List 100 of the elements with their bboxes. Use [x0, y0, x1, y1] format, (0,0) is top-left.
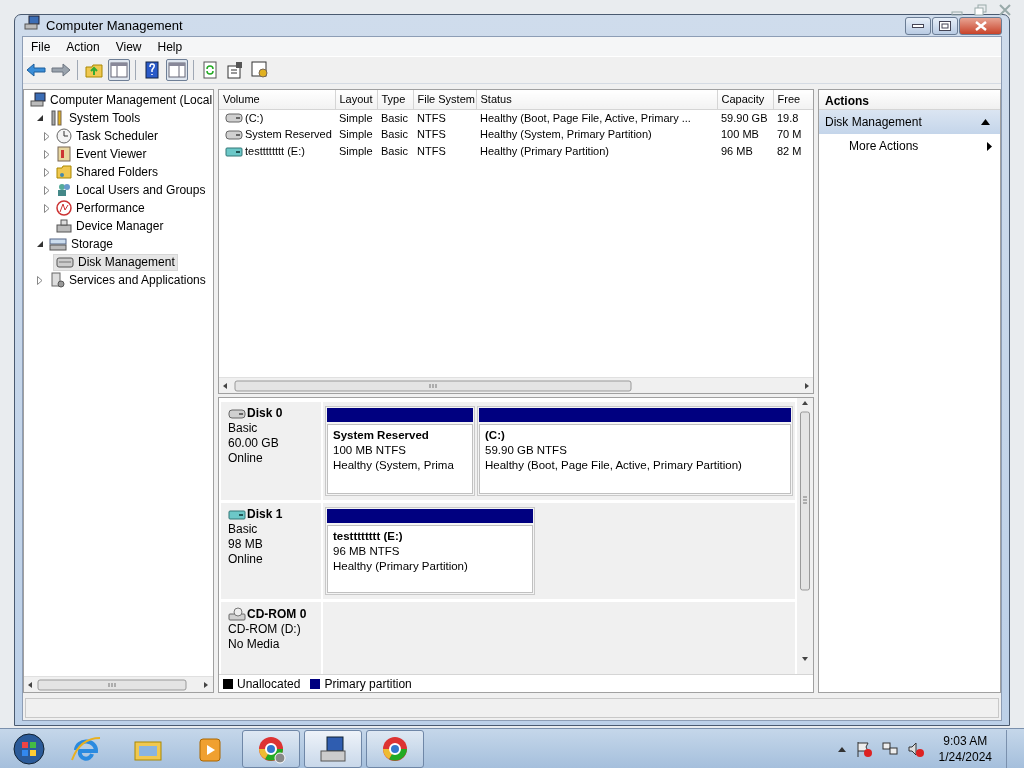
- tools-icon: [49, 110, 65, 126]
- maximize-button[interactable]: [932, 16, 958, 35]
- column-header[interactable]: Free: [773, 90, 813, 109]
- settings-button[interactable]: [249, 59, 271, 81]
- menu-item[interactable]: Action: [58, 37, 108, 56]
- partition-size: 96 MB NTFS: [333, 544, 401, 559]
- table-cell-text: Simple: [338, 127, 374, 143]
- column-header[interactable]: File System: [413, 90, 476, 109]
- column-header[interactable]: Volume: [219, 90, 335, 109]
- menu-item[interactable]: View: [107, 37, 150, 56]
- table-cell: 59.90 GB: [717, 109, 773, 126]
- table-cell-text: Basic: [380, 127, 409, 143]
- forward-icon: [51, 60, 71, 80]
- partition-name: testttttttt (E:): [333, 529, 404, 544]
- table-cell-text: 100 MB: [720, 127, 760, 143]
- tree-item[interactable]: Device Manager: [53, 217, 167, 235]
- action-pane-button[interactable]: [166, 59, 188, 81]
- computer-icon: [24, 15, 40, 31]
- partition-size: 100 MB NTFS: [333, 443, 407, 458]
- table-cell-text: 70 M: [776, 127, 803, 143]
- disk-type: Basic: [228, 421, 259, 436]
- column-header[interactable]: Layout: [335, 90, 377, 109]
- taskbar-button[interactable]: [304, 729, 362, 768]
- partition-status: Healthy (Primary Partition): [333, 559, 469, 574]
- window-title: Computer Management: [46, 16, 183, 35]
- drive-icon: [228, 407, 246, 420]
- tree-item[interactable]: Shared Folders: [53, 163, 162, 181]
- services-icon: [49, 272, 65, 288]
- minimize-button[interactable]: [905, 16, 931, 35]
- disk-drive-icon: [56, 254, 74, 270]
- refresh-icon: [200, 60, 220, 80]
- table-cell-text: NTFS: [416, 144, 447, 160]
- table-cell: Basic: [377, 109, 413, 126]
- partition[interactable]: System Reserved 100 MB NTFS Healthy (System, Prima: [325, 406, 475, 496]
- table-cell-text: Basic: [380, 144, 409, 160]
- settings-icon: [250, 60, 270, 80]
- tree-item[interactable]: Performance: [53, 199, 148, 217]
- submenu-arrow-icon: [987, 141, 992, 151]
- drive-icon: [225, 145, 243, 158]
- minimize-icon: [912, 22, 924, 29]
- disk-type: Basic: [228, 522, 259, 537]
- action-pane-icon: [167, 60, 187, 80]
- flag-icon[interactable]: [854, 739, 873, 758]
- disk-type: CD-ROM (D:): [228, 622, 302, 637]
- cd-drive-icon: [228, 606, 246, 622]
- column-header[interactable]: Status: [476, 90, 717, 109]
- table-cell-text: Healthy (System, Primary Partition): [479, 127, 653, 143]
- table-cell: (C:): [223, 109, 331, 126]
- windows-logo-icon: [13, 732, 45, 765]
- disk-name: Disk 1: [247, 507, 283, 522]
- menu-item[interactable]: Help: [149, 37, 191, 56]
- partition[interactable]: (C:) 59.90 GB NTFS Healthy (Boot, Page File, Active, Primary Partition): [477, 406, 793, 496]
- tree-item[interactable]: System Tools: [46, 109, 144, 127]
- partition-status: Healthy (Boot, Page File, Active, Primary Partition): [485, 458, 743, 473]
- actions-section[interactable]: Disk Management: [819, 110, 1000, 134]
- tree-item[interactable]: Task Scheduler: [53, 127, 162, 145]
- clock-time[interactable]: 9:03 AM: [938, 732, 992, 749]
- action-item[interactable]: More Actions: [819, 134, 1000, 158]
- vertical-scrollbar[interactable]: [797, 398, 813, 674]
- collapse-icon: [981, 119, 990, 125]
- horizontal-scrollbar[interactable]: [24, 676, 213, 692]
- back-icon: [26, 60, 46, 80]
- computer-icon: [30, 92, 46, 108]
- taskbar-button[interactable]: [242, 729, 300, 768]
- tree-pane-button[interactable]: [108, 59, 130, 81]
- tree-item[interactable]: Computer Management (Local: [27, 91, 213, 109]
- partition-status: Healthy (System, Prima: [333, 458, 455, 473]
- folder-icon: [56, 164, 72, 180]
- table-cell: System Reserved: [223, 126, 331, 143]
- tree-item[interactable]: Disk Management: [53, 253, 178, 271]
- maximize-icon: [939, 20, 951, 31]
- partition-name: System Reserved: [333, 428, 430, 443]
- disk-size: 98 MB: [228, 537, 264, 552]
- tree-item[interactable]: Local Users and Groups: [53, 181, 209, 199]
- table-cell: testttttttt (E:): [223, 143, 331, 160]
- taskbar-button[interactable]: [366, 729, 424, 768]
- table-cell-text: Simple: [338, 144, 374, 160]
- clock-date[interactable]: 1/24/2024: [938, 748, 992, 765]
- horizontal-scrollbar[interactable]: [219, 377, 813, 393]
- column-header[interactable]: Type: [377, 90, 413, 109]
- column-header[interactable]: Capacity: [717, 90, 773, 109]
- tree-item[interactable]: Storage: [46, 235, 117, 253]
- disk-status: No Media: [228, 637, 281, 652]
- tree-item[interactable]: Event Viewer: [53, 145, 150, 163]
- disk-name: Disk 0: [247, 406, 283, 421]
- table-cell: NTFS: [413, 109, 476, 126]
- menu-item[interactable]: File: [23, 37, 59, 56]
- close-icon: [974, 20, 987, 31]
- help-icon: [142, 60, 162, 80]
- network-icon[interactable]: [880, 739, 899, 758]
- legend-label: Primary partition: [324, 675, 412, 693]
- table-cell-text: NTFS: [416, 127, 447, 143]
- partition-size: 59.90 GB NTFS: [485, 443, 568, 458]
- table-cell-text: 96 MB: [720, 144, 754, 160]
- close-button[interactable]: [959, 16, 1002, 35]
- disk-status: Online: [228, 552, 264, 567]
- disk-status: Online: [228, 451, 264, 466]
- partition[interactable]: testttttttt (E:) 96 MB NTFS Healthy (Primary Partition): [325, 507, 535, 595]
- event-log-icon: [56, 146, 72, 162]
- tree-item[interactable]: Services and Applications: [46, 271, 209, 289]
